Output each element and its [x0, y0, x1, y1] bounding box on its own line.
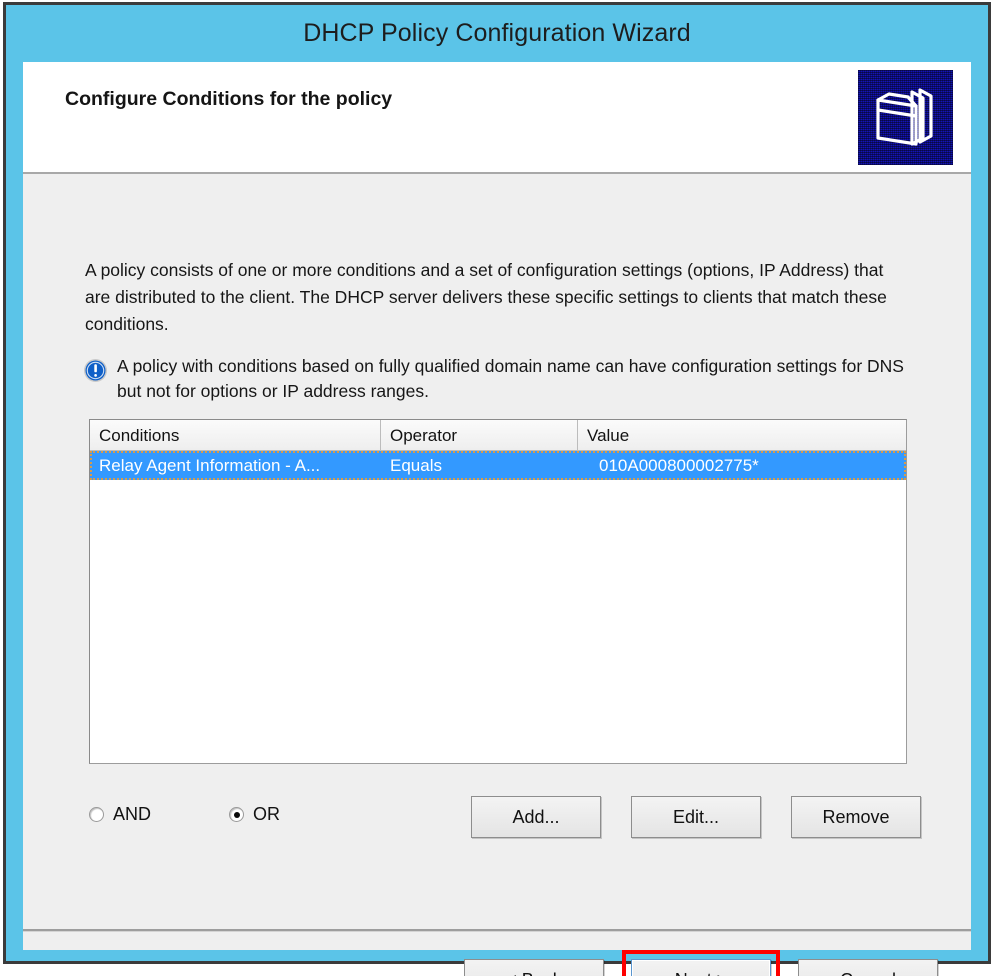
radio-option-and[interactable]: AND: [89, 804, 151, 825]
wizard-client-area: Configure Conditions for the policy A po…: [23, 62, 971, 976]
edit-button[interactable]: Edit...: [631, 796, 761, 838]
column-header-value[interactable]: Value: [578, 420, 906, 451]
wizard-footer-buttons: < Back Next > Cancel: [464, 950, 938, 976]
cell-value: 010A000800002775*: [599, 456, 759, 475]
cancel-button[interactable]: Cancel: [798, 959, 938, 976]
add-button[interactable]: Add...: [471, 796, 601, 838]
logic-operator-radio-group: AND OR: [89, 804, 358, 825]
radio-mark-or: [229, 807, 245, 822]
wizard-window: DHCP Policy Configuration Wizard Configu…: [3, 2, 991, 976]
info-icon-glyph: [84, 359, 107, 382]
conditions-listview[interactable]: Conditions Operator Value Relay Agent In…: [89, 419, 907, 764]
window-title: DHCP Policy Configuration Wizard: [303, 19, 691, 47]
radio-option-or[interactable]: OR: [229, 804, 280, 825]
folders-icon: [858, 70, 953, 165]
remove-button[interactable]: Remove: [791, 796, 921, 838]
info-icon: [83, 358, 108, 383]
column-header-conditions[interactable]: Conditions: [90, 420, 381, 451]
info-note-text: A policy with conditions based on fully …: [117, 356, 904, 401]
back-button[interactable]: < Back: [464, 959, 604, 976]
conditions-table-header: Conditions Operator Value: [90, 420, 906, 451]
cell-operator: Equals: [390, 456, 442, 475]
cell-condition: Relay Agent Information - A...: [99, 456, 321, 475]
wizard-body: A policy consists of one or more conditi…: [23, 176, 971, 976]
column-header-operator[interactable]: Operator: [381, 420, 578, 451]
radio-label-and: AND: [113, 804, 152, 824]
page-title: Configure Conditions for the policy: [65, 88, 393, 110]
wizard-header: Configure Conditions for the policy: [23, 62, 971, 174]
condition-action-buttons: Add... Edit... Remove: [471, 796, 921, 838]
footer-separator: [23, 929, 971, 932]
next-button[interactable]: Next >: [631, 959, 771, 976]
desktop-background: DHCP Policy Configuration Wizard Configu…: [0, 0, 999, 976]
description-paragraph: A policy consists of one or more conditi…: [85, 260, 887, 334]
folders-icon-glyph: [876, 88, 933, 146]
info-note: A policy with conditions based on fully …: [83, 354, 923, 404]
radio-label-or: OR: [253, 804, 281, 824]
radio-mark-and: [89, 807, 104, 822]
next-button-wrapper: Next >: [622, 950, 780, 976]
table-row[interactable]: Relay Agent Information - A... Equals 01…: [90, 451, 906, 480]
window-titlebar: DHCP Policy Configuration Wizard: [6, 5, 988, 62]
